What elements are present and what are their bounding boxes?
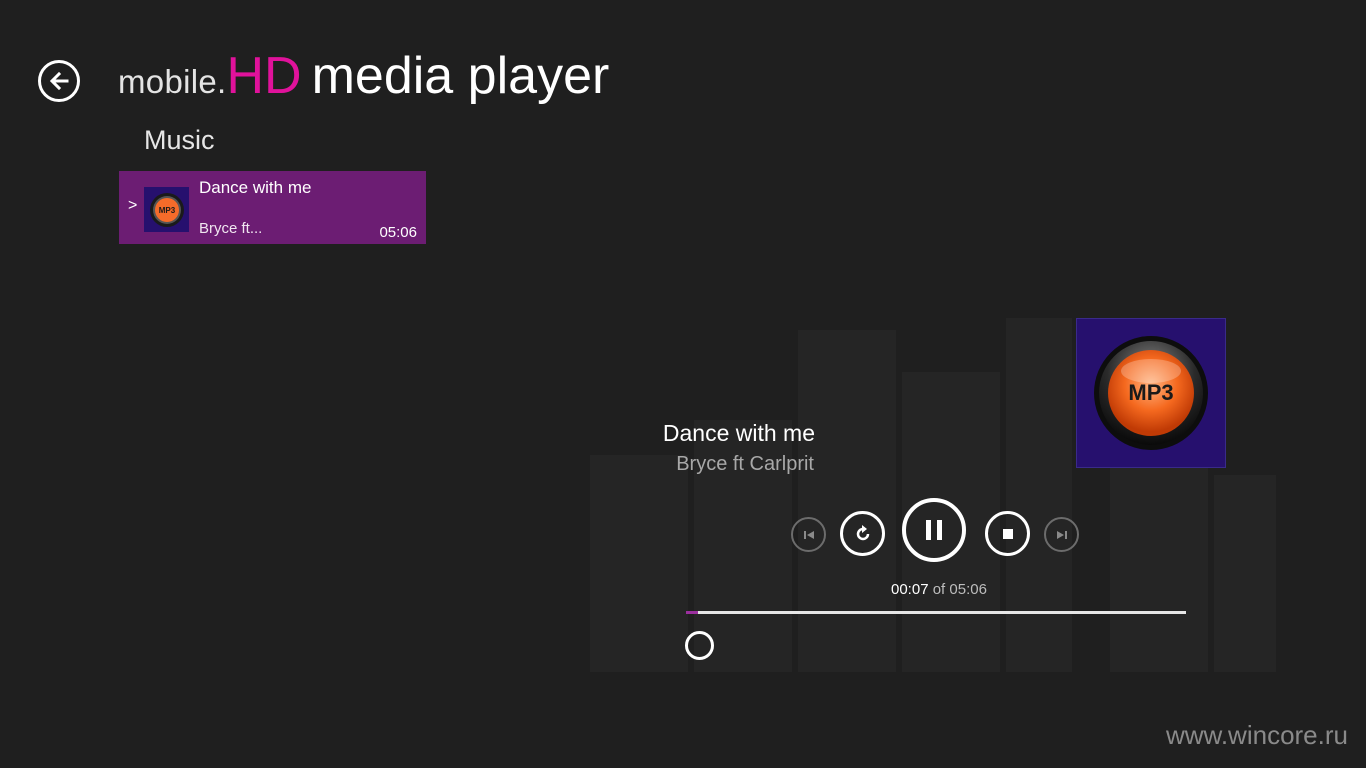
app-title-brand: HD <box>226 47 302 105</box>
pause-button[interactable] <box>902 498 966 562</box>
mp3-art-text: MP3 <box>1128 380 1173 405</box>
skip-next-icon <box>1056 530 1067 539</box>
back-arrow-icon <box>49 71 69 91</box>
now-playing-artist: Bryce ft Carlprit <box>676 453 814 475</box>
stop-button[interactable] <box>985 511 1030 556</box>
current-time: 00:07 <box>891 581 929 598</box>
stop-icon <box>1002 528 1013 539</box>
progress-bar[interactable] <box>686 611 1186 614</box>
progress-fill <box>686 611 698 614</box>
skip-previous-icon <box>803 530 814 539</box>
watermark: www.wincore.ru <box>1165 720 1348 750</box>
equalizer-bar <box>1006 318 1072 672</box>
mp3-icon: MP3 <box>1094 336 1208 450</box>
playlist-item[interactable]: > MP3 Dance with me Bryce ft... 05:06 <box>119 171 426 244</box>
playlist-item-title: Dance with me <box>199 178 312 197</box>
total-time: 05:06 <box>949 581 987 598</box>
playlist-item-artist: Bryce ft... <box>199 220 263 237</box>
app-title: mobile.HD media player <box>118 46 609 106</box>
mp3-thumb-text: MP3 <box>158 206 175 215</box>
time-separator: of <box>932 581 946 598</box>
repeat-icon <box>856 524 869 540</box>
app-title-rest: media player <box>311 47 610 105</box>
time-readout: 00:07 of 05:06 <box>891 581 987 598</box>
album-art: MP3 <box>1076 318 1226 468</box>
back-button[interactable] <box>38 60 80 102</box>
next-button[interactable] <box>1044 517 1079 552</box>
playing-indicator: > <box>128 197 138 214</box>
equalizer-bar <box>590 455 688 672</box>
track-thumbnail: MP3 <box>144 187 189 232</box>
mp3-icon: MP3 <box>149 192 184 227</box>
previous-button[interactable] <box>791 517 826 552</box>
app-title-prefix: mobile. <box>118 63 227 100</box>
equalizer-bar <box>1110 440 1208 672</box>
playlist-item-duration: 05:06 <box>379 224 417 241</box>
pause-icon <box>926 520 942 540</box>
progress-thumb[interactable] <box>685 631 714 660</box>
now-playing-title: Dance with me <box>662 420 815 446</box>
section-title: Music <box>144 125 215 155</box>
equalizer-bar <box>798 330 896 672</box>
equalizer-bar <box>1214 475 1276 672</box>
repeat-button[interactable] <box>840 511 885 556</box>
